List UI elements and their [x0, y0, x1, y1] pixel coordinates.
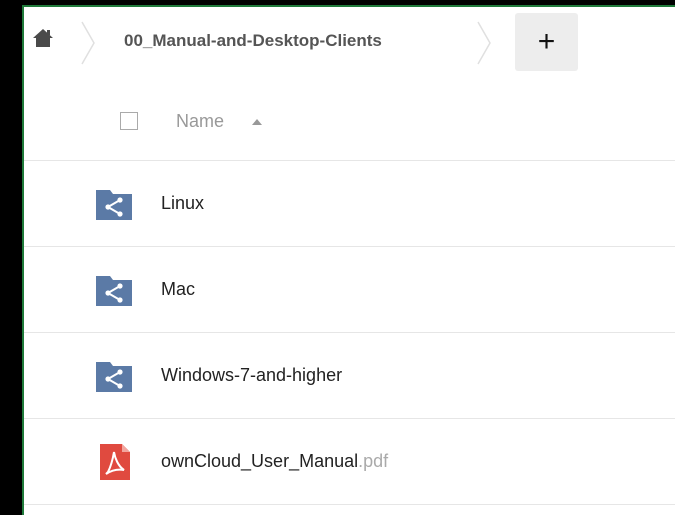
window-frame: 00_Manual-and-Desktop-Clients + Name Lin…: [0, 0, 675, 515]
new-item-button[interactable]: +: [515, 13, 578, 71]
breadcrumb-separator-icon: [81, 21, 95, 65]
select-all-checkbox[interactable]: [120, 112, 138, 130]
file-row[interactable]: ownCloud_User_Manual.pdf: [24, 419, 675, 505]
pdf-icon: [100, 444, 130, 480]
shared-folder-icon: [96, 362, 132, 392]
breadcrumb-current-folder[interactable]: 00_Manual-and-Desktop-Clients: [124, 31, 382, 51]
breadcrumb: 00_Manual-and-Desktop-Clients +: [24, 7, 675, 79]
file-list-header: Name: [24, 79, 675, 161]
home-icon[interactable]: [32, 27, 54, 49]
file-row[interactable]: Linux: [24, 161, 675, 247]
file-name[interactable]: Windows-7-and-higher: [161, 365, 342, 386]
file-row[interactable]: Windows-7-and-higher: [24, 333, 675, 419]
shared-folder-icon: [96, 190, 132, 220]
sort-ascending-icon[interactable]: [252, 119, 262, 125]
file-name[interactable]: Mac: [161, 279, 195, 300]
file-name[interactable]: ownCloud_User_Manual.pdf: [161, 451, 388, 472]
file-row[interactable]: Mac: [24, 247, 675, 333]
name-column-header[interactable]: Name: [176, 111, 224, 132]
breadcrumb-separator-icon: [477, 21, 491, 65]
file-browser-panel: 00_Manual-and-Desktop-Clients + Name Lin…: [22, 5, 675, 515]
shared-folder-icon: [96, 276, 132, 306]
file-name[interactable]: Linux: [161, 193, 204, 214]
